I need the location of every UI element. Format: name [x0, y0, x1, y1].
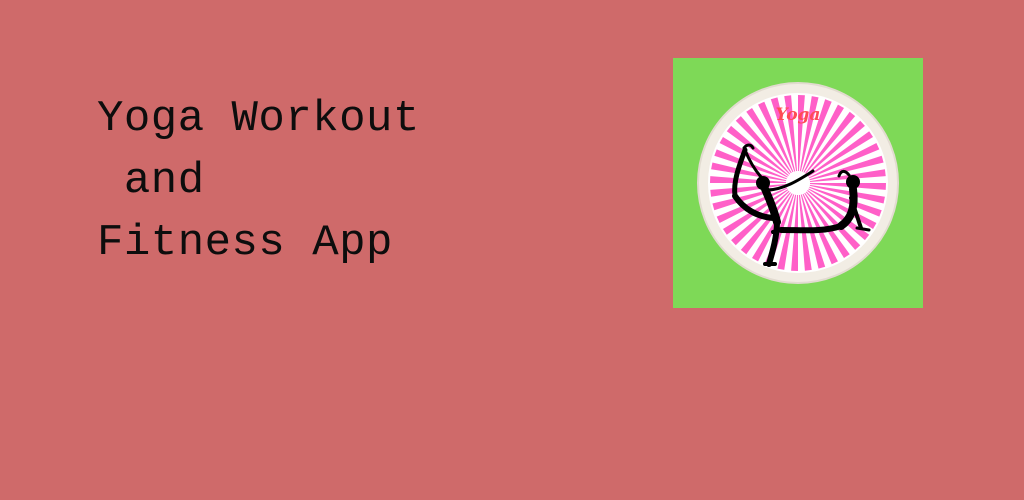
headline-line-1: Yoga Workout — [97, 94, 420, 144]
headline-line-3: Fitness App — [97, 218, 393, 268]
headline-line-2: and — [97, 156, 205, 206]
logo-word: Yoga — [776, 105, 821, 125]
yoga-logo-icon: Yoga — [697, 82, 899, 284]
headline: Yoga Workout and Fitness App — [97, 88, 420, 274]
app-icon: Yoga — [673, 58, 923, 308]
